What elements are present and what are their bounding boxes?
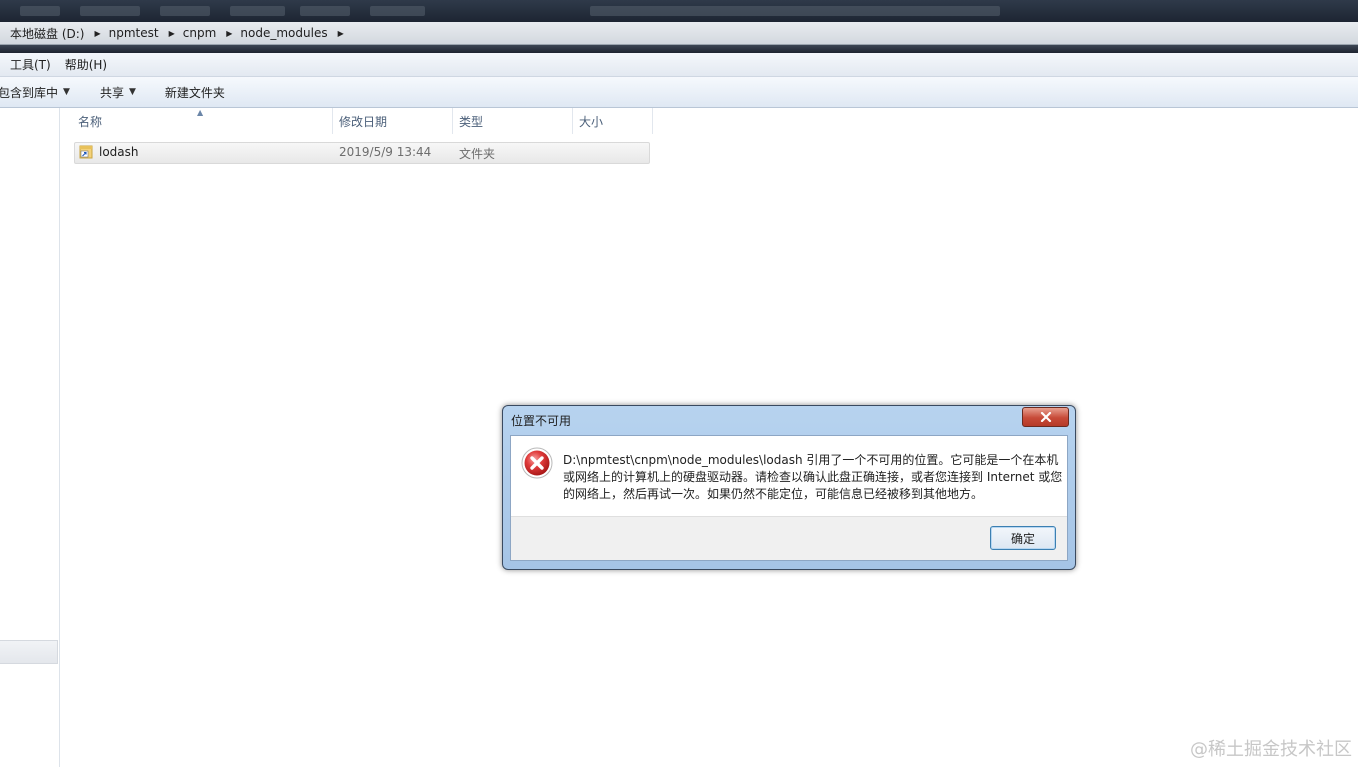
file-type: 文件夹: [459, 147, 496, 161]
chevron-right-icon[interactable]: ▶: [94, 29, 100, 38]
chevron-right-icon[interactable]: ▶: [169, 29, 175, 38]
breadcrumb-drive[interactable]: 本地磁盘 (D:) ▶: [10, 25, 109, 42]
column-divider[interactable]: [452, 108, 453, 134]
navigation-pane[interactable]: [0, 108, 60, 767]
column-label: 大小: [579, 114, 604, 129]
file-name: lodash: [99, 145, 139, 159]
table-row[interactable]: lodash 2019/5/9 13:44 文件夹: [74, 142, 650, 164]
column-divider[interactable]: [572, 108, 573, 134]
blurred-text: [20, 6, 60, 16]
nav-selected-item[interactable]: [0, 640, 58, 664]
window-divider: [0, 45, 1358, 53]
window-top-strip: [0, 0, 1358, 22]
location-unavailable-dialog: 位置不可用 D:\npmtest\cnpm\node_modules\lodas…: [502, 405, 1076, 570]
include-in-library-button[interactable]: 包含到库中 ▼: [0, 84, 70, 101]
column-header-type[interactable]: 类型: [459, 108, 569, 134]
column-label: 名称: [78, 114, 103, 129]
blurred-text: [370, 6, 425, 16]
dialog-body: D:\npmtest\cnpm\node_modules\lodash 引用了一…: [510, 435, 1068, 561]
caret-down-icon: ▼: [128, 87, 136, 97]
button-label: 共享: [99, 85, 124, 100]
share-button[interactable]: 共享 ▼: [100, 84, 136, 101]
file-modified: 2019/5/9 13:44: [339, 145, 432, 159]
dialog-footer: 确定: [511, 516, 1067, 560]
menu-tools[interactable]: 工具(T): [0, 56, 59, 73]
column-divider[interactable]: [652, 108, 653, 134]
menu-help[interactable]: 帮助(H): [59, 56, 115, 73]
breadcrumb-label: node_modules: [240, 26, 328, 40]
command-toolbar: 包含到库中 ▼ 共享 ▼ 新建文件夹: [0, 77, 1358, 108]
close-icon: [1040, 412, 1051, 422]
breadcrumb-npmtest[interactable]: npmtest ▶: [109, 26, 183, 40]
breadcrumb-cnpm[interactable]: cnpm ▶: [183, 26, 241, 40]
button-label: 包含到库中: [0, 85, 59, 100]
breadcrumb-node-modules[interactable]: node_modules ▶: [240, 26, 351, 40]
folder-shortcut-icon: [79, 145, 93, 159]
blurred-text: [160, 6, 210, 16]
column-header-name[interactable]: 名称: [78, 108, 328, 134]
blurred-text: [230, 6, 285, 16]
breadcrumb-label: cnpm: [182, 26, 217, 40]
error-icon: [521, 447, 553, 479]
dialog-title: 位置不可用: [511, 414, 572, 428]
column-divider[interactable]: [332, 108, 333, 134]
column-header-size[interactable]: 大小: [579, 108, 649, 134]
column-label: 类型: [459, 114, 484, 129]
blurred-text: [300, 6, 350, 16]
chevron-right-icon[interactable]: ▶: [226, 29, 232, 38]
new-folder-button[interactable]: 新建文件夹: [165, 84, 225, 101]
close-button[interactable]: [1022, 407, 1069, 427]
ok-button[interactable]: 确定: [990, 526, 1056, 550]
menu-bar: 工具(T) 帮助(H): [0, 53, 1358, 77]
blurred-text: [80, 6, 140, 16]
button-label: 新建文件夹: [164, 85, 225, 100]
address-bar[interactable]: 本地磁盘 (D:) ▶ npmtest ▶ cnpm ▶ node_module…: [0, 22, 1358, 45]
dialog-message: D:\npmtest\cnpm\node_modules\lodash 引用了一…: [563, 453, 1063, 501]
column-header-modified[interactable]: 修改日期: [339, 108, 449, 134]
watermark: @稀土掘金技术社区: [1190, 739, 1352, 760]
column-label: 修改日期: [339, 114, 388, 129]
breadcrumb-label: npmtest: [108, 26, 159, 40]
chevron-right-icon[interactable]: ▶: [338, 29, 344, 38]
breadcrumb-label: 本地磁盘 (D:): [10, 26, 85, 41]
blurred-text: [590, 6, 1000, 16]
caret-down-icon: ▼: [63, 87, 70, 97]
